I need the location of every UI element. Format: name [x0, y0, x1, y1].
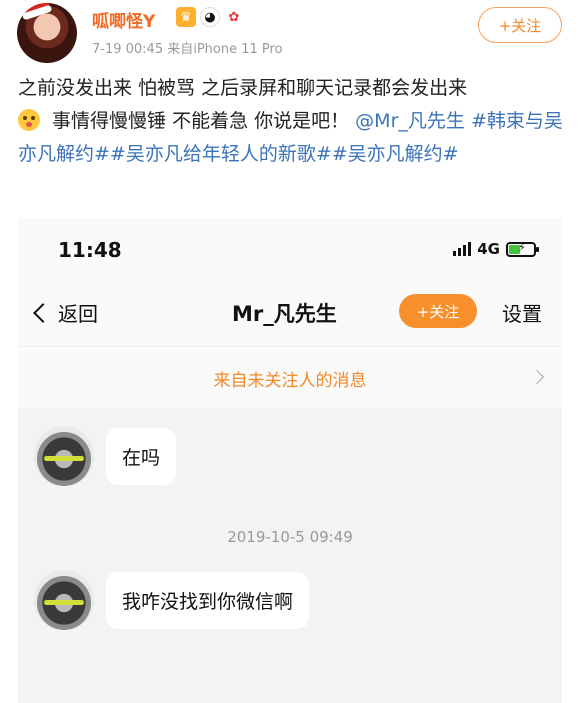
post-text: 之前没发出来 怕被骂 之后录屏和聊天记录都会发出来 事情得慢慢锤 不能着急 你说…: [18, 72, 566, 171]
chevron-left-icon: [33, 302, 53, 323]
stranger-banner-text: 来自未关注人的消息: [213, 371, 367, 391]
crown-icon[interactable]: ♛: [176, 7, 196, 27]
sender-avatar[interactable]: [34, 426, 94, 486]
panda-icon[interactable]: ◕: [200, 7, 220, 27]
post-text-line-2: 事情得慢慢锤 不能着急 你说是吧！: [46, 110, 350, 132]
message-bubble[interactable]: 我咋没找到你微信啊: [106, 571, 310, 629]
chat-follow-button[interactable]: +关注: [399, 294, 477, 328]
status-time: 11:48: [58, 238, 122, 262]
message-timestamp: 2019-10-5 09:49: [227, 528, 353, 546]
chat-nav-bar: 返回 Mr_凡先生 +关注 设置: [18, 280, 562, 346]
user-badges: ♛ ◕ ✿: [176, 7, 244, 27]
chat-title: Mr_凡先生: [232, 302, 337, 326]
battery-icon: ⚡: [506, 241, 539, 257]
settings-button[interactable]: 设置: [502, 298, 542, 327]
network-label: 4G: [477, 240, 500, 258]
back-button[interactable]: 返回: [33, 298, 98, 327]
message-row: 我咋没找到你微信啊: [34, 570, 310, 630]
face-emoji-icon: [18, 109, 40, 131]
sender-avatar[interactable]: [34, 570, 94, 630]
post-meta: 7-19 00:45 来自iPhone 11 Pro: [92, 42, 283, 57]
message-row: 在吗: [34, 426, 177, 486]
signal-icon: [453, 242, 472, 256]
post-header: 呱唧怪Y ♛ ◕ ✿ 7-19 00:45 来自iPhone 11 Pro +关…: [0, 0, 581, 63]
message-bubble[interactable]: 在吗: [106, 427, 177, 485]
username[interactable]: 呱唧怪Y: [92, 7, 155, 32]
status-indicators: 4G ⚡: [453, 240, 539, 258]
stranger-message-banner[interactable]: 来自未关注人的消息: [18, 346, 562, 408]
follow-button[interactable]: +关注: [478, 7, 562, 43]
post-text-line-1: 之前没发出来 怕被骂 之后录屏和聊天记录都会发出来: [18, 77, 468, 99]
user-avatar[interactable]: [17, 3, 77, 63]
status-bar: 11:48 4G ⚡: [18, 218, 562, 280]
mention-link[interactable]: @Mr_凡先生: [355, 110, 465, 132]
gift-icon[interactable]: ✿: [224, 7, 244, 27]
back-label: 返回: [58, 302, 98, 326]
chat-screenshot-image[interactable]: 11:48 4G ⚡ 返回 Mr_凡先生 +关注 设置 来自未关注人的消息 在吗…: [18, 218, 562, 703]
